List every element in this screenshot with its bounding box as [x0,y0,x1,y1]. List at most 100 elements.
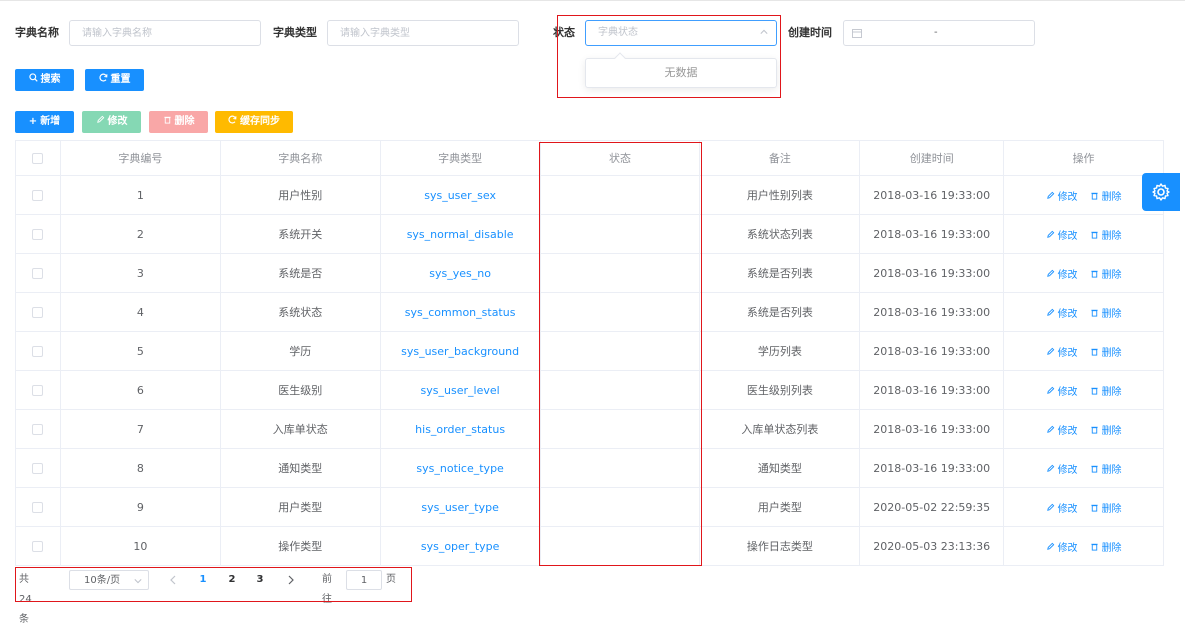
trash-icon [1090,465,1098,473]
row-edit-button[interactable]: 修改 [1046,461,1078,476]
cell-dict-id: 10 [61,527,221,565]
row-delete-label: 删除 [1101,542,1122,554]
edit-icon [1046,386,1054,394]
cell-dict-type-link[interactable]: sys_common_status [381,293,541,331]
row-delete-button[interactable]: 删除 [1090,227,1122,242]
row-checkbox[interactable] [32,501,44,513]
row-select-cell [16,410,61,448]
trash-icon [1090,192,1098,200]
cell-actions: 修改 删除 [1004,176,1164,214]
dict-name-input[interactable] [69,20,261,46]
row-delete-button[interactable]: 删除 [1090,422,1122,437]
row-edit-button[interactable]: 修改 [1046,188,1078,203]
prev-page-icon[interactable] [169,575,177,585]
row-edit-button[interactable]: 修改 [1046,305,1078,320]
row-checkbox[interactable] [32,228,44,240]
row-delete-label: 删除 [1101,503,1122,515]
next-page-icon[interactable] [287,575,295,585]
cell-dict-type-link[interactable]: sys_user_level [381,371,541,409]
search-button[interactable]: 搜索 [15,69,74,91]
cell-create-time: 2018-03-16 19:33:00 [860,371,1005,409]
row-delete-button[interactable]: 删除 [1090,266,1122,281]
search-icon [28,73,38,82]
row-delete-button[interactable]: 删除 [1090,539,1122,554]
row-checkbox[interactable] [32,423,44,435]
row-edit-button[interactable]: 修改 [1046,422,1078,437]
cell-dict-type-link[interactable]: sys_oper_type [381,527,541,565]
page-2[interactable]: 2 [222,570,242,590]
row-checkbox[interactable] [32,540,44,552]
cache-sync-button-label: 缓存同步 [240,116,280,127]
select-all-checkbox[interactable] [32,152,44,164]
cell-remark: 系统是否列表 [700,254,861,292]
row-delete-button[interactable]: 删除 [1090,344,1122,359]
row-delete-label: 删除 [1101,191,1122,203]
refresh-icon [98,73,107,82]
row-checkbox[interactable] [32,462,44,474]
cell-status [541,176,701,214]
row-delete-button[interactable]: 删除 [1090,188,1122,203]
cell-remark: 用户类型 [700,488,861,526]
row-edit-button[interactable]: 修改 [1046,266,1078,281]
delete-button[interactable]: 删除 [149,111,208,133]
cell-dict-type-link[interactable]: sys_yes_no [381,254,541,292]
row-checkbox[interactable] [32,345,44,357]
row-delete-button[interactable]: 删除 [1090,500,1122,515]
table-row: 7 入库单状态 his_order_status 入库单状态列表 2018-03-16 … [16,410,1164,449]
header-select-cell [16,141,61,175]
row-select-cell [16,527,61,565]
cell-remark: 通知类型 [700,449,861,487]
sync-icon [228,115,237,124]
row-edit-button[interactable]: 修改 [1046,383,1078,398]
cell-dict-type-link[interactable]: sys_user_sex [381,176,541,214]
page-1[interactable]: 1 [193,570,213,590]
cell-dict-type-link[interactable]: sys_notice_type [381,449,541,487]
cache-sync-button[interactable]: 缓存同步 [215,111,293,133]
row-delete-label: 删除 [1101,347,1122,359]
header-actions: 操作 [1004,141,1164,175]
row-checkbox[interactable] [32,384,44,396]
add-button[interactable]: + 新增 [15,111,74,133]
cell-dict-type-link[interactable]: sys_user_type [381,488,541,526]
row-edit-button[interactable]: 修改 [1046,227,1078,242]
create-time-range[interactable]: - [843,20,1035,46]
pagination-total: 共 24 条 [19,574,32,625]
edit-button[interactable]: 修改 [82,111,141,133]
goto-page-input[interactable]: 1 [346,570,382,590]
cell-status [541,527,701,565]
cell-actions: 修改 删除 [1004,371,1164,409]
edit-icon [1046,503,1054,511]
table-row: 4 系统状态 sys_common_status 系统是否列表 2018-03-16 1… [16,293,1164,332]
reset-button[interactable]: 重置 [85,69,144,91]
create-time-label: 创建时间 [788,26,832,39]
row-delete-label: 删除 [1101,386,1122,398]
cell-dict-type-link[interactable]: sys_normal_disable [381,215,541,253]
row-edit-button[interactable]: 修改 [1046,344,1078,359]
row-checkbox[interactable] [32,306,44,318]
row-delete-label: 删除 [1101,308,1122,320]
row-edit-button[interactable]: 修改 [1046,539,1078,554]
cell-dict-type-link[interactable]: his_order_status [381,410,541,448]
table-row: 8 通知类型 sys_notice_type 通知类型 2018-03-16 19:33… [16,449,1164,488]
header-create-time: 创建时间 [860,141,1005,175]
page-size-select[interactable]: 10条/页 [69,570,149,590]
row-delete-button[interactable]: 删除 [1090,383,1122,398]
row-checkbox[interactable] [32,267,44,279]
row-checkbox[interactable] [32,189,44,201]
cell-dict-id: 4 [61,293,221,331]
dict-type-input[interactable] [327,20,519,46]
status-select[interactable]: 字典状态 [585,20,777,46]
trash-icon [1090,426,1098,434]
delete-button-label: 删除 [174,116,195,127]
row-delete-button[interactable]: 删除 [1090,305,1122,320]
row-delete-button[interactable]: 删除 [1090,461,1122,476]
page-3[interactable]: 3 [250,570,270,590]
row-select-cell [16,449,61,487]
edit-icon [1046,269,1054,277]
cell-dict-name: 入库单状态 [221,410,381,448]
settings-button[interactable] [1142,173,1180,211]
cell-create-time: 2018-03-16 19:33:00 [860,176,1005,214]
cell-dict-type-link[interactable]: sys_user_background [381,332,541,370]
cell-status [541,410,701,448]
row-edit-button[interactable]: 修改 [1046,500,1078,515]
